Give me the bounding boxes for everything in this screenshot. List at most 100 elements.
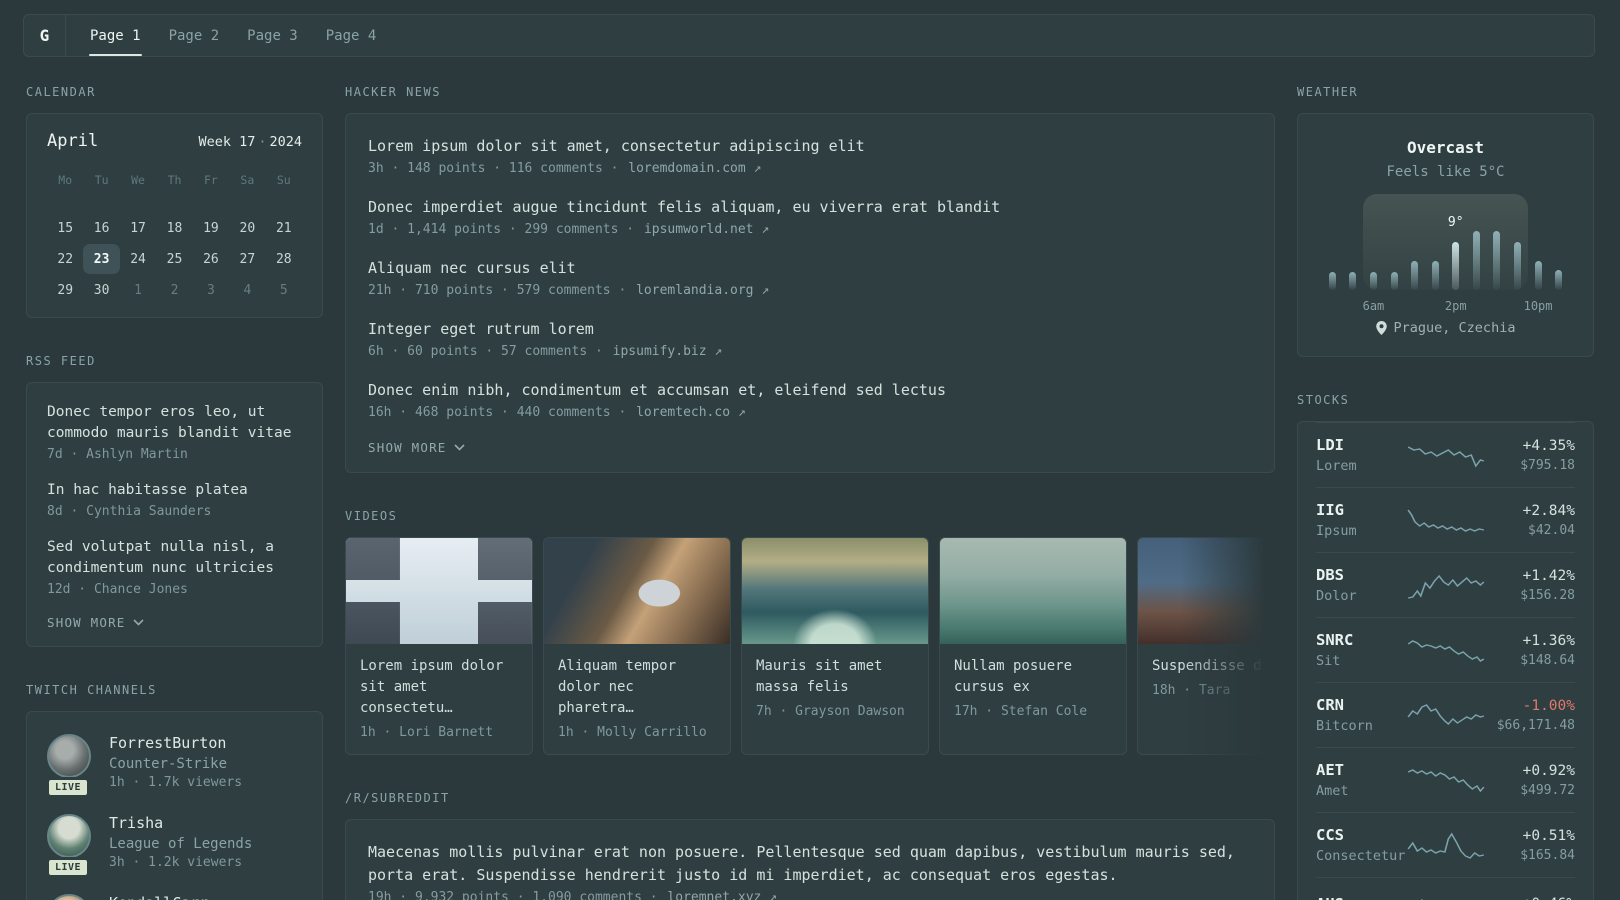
rss-item-title[interactable]: In hac habitasse platea [47,480,302,501]
hackernews-item-domain-link[interactable]: ipsumworld.net ↗ [644,222,769,237]
stock-symbol[interactable]: LDI [1316,436,1407,454]
stock-identity: LDI Lorem [1316,436,1407,474]
video-thumbnail[interactable] [346,538,532,644]
video-title[interactable]: Nullam posuere cursus ex [954,656,1112,698]
rss-item-title[interactable]: Donec tempor eros leo, ut commodo mauris… [47,402,302,444]
stock-sparkline-chart [1406,509,1484,532]
video-card-body: Lorem ipsum dolor sit amet consectetu… 1… [346,644,532,754]
calendar-day: 30 [93,282,110,298]
weather-bar-slot: 9° 2pm [1445,202,1467,313]
rss-item[interactable]: In hac habitasse platea 8d · Cynthia Sau… [47,480,302,519]
twitch-channel-name[interactable]: ForrestBurton [109,734,242,752]
subreddit-post-domain-link[interactable]: loremnet.xyz ↗ [667,890,777,900]
video-card[interactable]: Aliquam tempor dolor nec pharetra… 1h · … [543,537,731,755]
page-tab[interactable]: Page 2 [155,15,234,56]
calendar-year: 2024 [269,134,302,150]
hackernews-item-domain-link[interactable]: loremlandia.org ↗ [636,283,769,298]
stock-row[interactable]: IIG Ipsum +2.84% $42.04 [1316,487,1575,552]
twitch-channel-name[interactable]: Trisha [109,814,252,832]
weather-feels-like: Feels like 5°C [1386,164,1505,180]
twitch-channel-row[interactable]: KendallCarr [47,894,302,900]
video-card[interactable]: Nullam posuere cursus ex 17h · Stefan Co… [939,537,1127,755]
calendar-weekday: Su [276,173,291,187]
stock-sparkline-chart [1407,640,1484,662]
hackernews-item-domain-link[interactable]: loremtech.co ↗ [636,405,746,420]
stock-values: +0.92% $499.72 [1485,763,1575,798]
hackernews-item: Integer eget rutrum lorem 6h · 60 points… [368,318,1252,359]
hackernews-item-title[interactable]: Donec enim nibh, condimentum et accumsan… [368,379,1252,402]
hackernews-show-more-button[interactable]: SHOW MORE [368,440,1252,455]
stock-row[interactable]: AHS +0.46% [1316,877,1575,900]
rss-item[interactable]: Sed volutpat nulla nisl, a condimentum n… [47,537,302,597]
video-title[interactable]: Aliquam tempor dolor nec pharetra… [558,656,716,719]
stock-row[interactable]: CRN Bitcorn -1.00% $66,171.48 [1316,682,1575,747]
stock-row[interactable]: CCS Consectetur +0.51% $165.84 [1316,812,1575,877]
twitch-channel-info: Trisha League of Legends 3h · 1.2k viewe… [109,814,252,870]
twitch-channel-row[interactable]: LIVE ForrestBurton Counter-Strike 1h · 1… [46,734,302,798]
hackernews-item: Donec enim nibh, condimentum et accumsan… [368,379,1252,420]
calendar-day: 25 [166,251,183,267]
weather-bar-slot [1507,202,1528,290]
temperature-bar [1513,242,1521,290]
video-title[interactable]: Suspendisse diam [1152,656,1275,677]
twitch-channel-game[interactable]: Counter-Strike [109,756,242,772]
stock-symbol[interactable]: CRN [1316,696,1407,714]
temperature-bar [1493,231,1501,290]
calendar-day: 21 [275,220,292,236]
time-axis-label: 2pm [1444,299,1467,313]
video-thumbnail[interactable] [742,538,928,644]
video-thumbnail[interactable] [544,538,730,644]
page-tab[interactable]: Page 4 [312,15,391,56]
hackernews-item-meta: 3h · 148 points · 116 comments · loremdo… [368,161,1252,176]
twitch-channel-game[interactable]: League of Legends [109,836,252,852]
stock-symbol[interactable]: SNRC [1316,631,1407,649]
page-tab[interactable]: Page 3 [233,15,312,56]
twitch-channel-row[interactable]: LIVE Trisha League of Legends 3h · 1.2k … [46,814,302,878]
stock-symbol[interactable]: IIG [1316,501,1407,519]
stock-row[interactable]: DBS Dolor +1.42% $156.28 [1316,552,1575,617]
rss-item[interactable]: Donec tempor eros leo, ut commodo mauris… [47,402,302,462]
avatar [47,894,91,900]
chevron-down-icon [453,444,465,451]
calendar-day: 29 [57,282,74,298]
stock-change-percent: +1.42% [1522,567,1575,584]
rss-item-title[interactable]: Sed volutpat nulla nisl, a condimentum n… [47,537,302,579]
stock-symbol[interactable]: AET [1316,761,1407,779]
app-logo[interactable]: G [24,15,66,56]
stock-row[interactable]: LDI Lorem +4.35% $795.18 [1316,422,1575,487]
video-thumbnail[interactable] [1138,538,1275,644]
stock-price: $165.84 [1520,847,1575,863]
stock-price: $148.64 [1520,652,1575,668]
twitch-channel-name[interactable]: KendallCarr [109,894,208,900]
hackernews-widget: Lorem ipsum dolor sit amet, consectetur … [345,113,1275,473]
stock-row[interactable]: AET Amet +0.92% $499.72 [1316,747,1575,812]
stock-identity: CCS Consectetur [1316,826,1407,864]
video-title[interactable]: Lorem ipsum dolor sit amet consectetu… [360,656,518,719]
video-card[interactable]: Suspendisse diam 18h · Tara [1137,537,1275,755]
hackernews-item-meta: 21h · 710 points · 579 comments · loreml… [368,283,1252,298]
video-card[interactable]: Lorem ipsum dolor sit amet consectetu… 1… [345,537,533,755]
stock-symbol[interactable]: CCS [1316,826,1407,844]
stock-row[interactable]: SNRC Sit +1.36% $148.64 [1316,617,1575,682]
subreddit-post-title[interactable]: Maecenas mollis pulvinar erat non posuer… [368,841,1252,887]
dashboard-grid: CALENDAR April Week 17 · 2024 Mo Tu We Th Fr Sa… [0,57,1620,900]
hackernews-item-domain-link[interactable]: loremdomain.com ↗ [628,161,761,176]
hackernews-item-title[interactable]: Donec imperdiet augue tincidunt felis al… [368,196,1252,219]
stock-price: $156.28 [1520,587,1575,603]
hackernews-item-meta: 1d · 1,414 points · 299 comments · ipsum… [368,222,1252,237]
hackernews-item-domain-link[interactable]: ipsumify.biz ↗ [613,344,723,359]
rss-show-more-button[interactable]: SHOW MORE [47,615,302,630]
calendar-weekday: We [131,173,145,187]
temperature-bar [1472,231,1480,290]
video-card[interactable]: Mauris sit amet massa felis 7h · Grayson… [741,537,929,755]
hackernews-item-title[interactable]: Integer eget rutrum lorem [368,318,1252,341]
stock-symbol[interactable]: DBS [1316,566,1407,584]
calendar-weekday-row: Mo Tu We Th Fr Sa Su [47,167,302,197]
hackernews-item-title[interactable]: Aliquam nec cursus elit [368,257,1252,280]
video-title[interactable]: Mauris sit amet massa felis [756,656,914,698]
page-tab[interactable]: Page 1 [76,15,155,56]
stock-symbol[interactable]: AHS [1316,895,1407,900]
temperature-bar [1431,261,1439,290]
hackernews-item-title[interactable]: Lorem ipsum dolor sit amet, consectetur … [368,135,1252,158]
video-thumbnail[interactable] [940,538,1126,644]
